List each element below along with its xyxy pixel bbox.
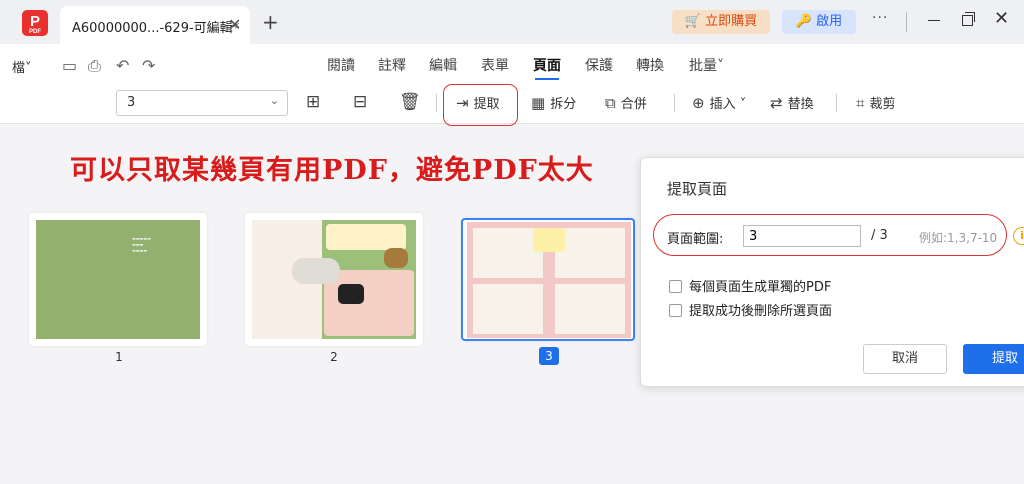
delete-after-checkbox[interactable] (669, 304, 682, 317)
menu-bar: 檔˅ ▭ ⎙ ↶ ↷ 閱讀 註釋 編輯 表單 頁面 保護 轉換 批量˅ (0, 44, 1024, 84)
page-total: / 3 (871, 228, 888, 243)
annotation-banner: 可以只取某幾頁有用PDF，避免PDF太大 (70, 155, 594, 186)
extract-icon: ⇥ (456, 94, 469, 112)
separate-pdf-label: 每個頁面生成單獨的PDF (689, 280, 832, 295)
page-preview (467, 222, 631, 338)
title-bar: P PDF A60000000...-629-可編輯* ✕ + 🛒 立即購買 🔑 … (0, 0, 1024, 44)
extract-confirm-button[interactable]: 提取 (963, 344, 1024, 374)
page-preview (252, 220, 416, 339)
activate-label: 啟用 (816, 14, 843, 29)
split-button[interactable]: ▦ 拆分 (531, 93, 576, 112)
range-example-hint: 例如:1,3,7-10 (919, 231, 998, 245)
separate-pdf-option[interactable]: 每個頁面生成單獨的PDF (669, 276, 831, 295)
page-select-value: 3 (127, 95, 136, 110)
document-tab[interactable]: A60000000...-629-可編輯* ✕ (60, 6, 250, 44)
page-toolbar: 3 ⌄ ⊞ ⊟ 🗑 ⇥ 提取 ▦ 拆分 ⧉ 合併 ⊕ 插入 ˅ ⇄ 替換 ⌗ 裁剪 (0, 84, 1024, 126)
save-icon[interactable]: ▭ (62, 56, 77, 75)
page-preview-text: ▬▬▬▬▬ ▬▬▬ ▬▬▬▬ (132, 236, 151, 253)
page-number: 2 (330, 350, 338, 364)
cancel-button[interactable]: 取消 (863, 344, 947, 374)
extract-button[interactable]: ⇥ 提取 (456, 93, 500, 112)
menu-annotate[interactable]: 註釋 (378, 55, 406, 75)
close-tab-icon[interactable]: ✕ (228, 15, 241, 34)
crop-label: 裁剪 (869, 97, 896, 112)
split-icon: ▦ (531, 94, 546, 112)
page-select[interactable]: 3 ⌄ (116, 90, 288, 116)
replace-icon: ⇄ (770, 94, 783, 112)
chevron-down-icon: ⌄ (269, 94, 279, 107)
page-thumbnail-1[interactable]: ▬▬▬▬▬ ▬▬▬ ▬▬▬▬ (29, 213, 207, 346)
menu-form[interactable]: 表單 (481, 55, 509, 75)
page-thumbnail-2[interactable] (245, 213, 423, 346)
rotate-page-icon[interactable]: ⊞ (306, 92, 320, 112)
page-number-selected: 3 (539, 347, 559, 365)
insert-label: 插入 (709, 97, 736, 112)
menu-protect[interactable]: 保護 (585, 55, 613, 75)
new-tab-button[interactable]: + (262, 10, 279, 34)
crop-icon: ⌗ (856, 94, 865, 112)
separate-pdf-checkbox[interactable] (669, 280, 682, 293)
delete-after-option[interactable]: 提取成功後刪除所選頁面 (669, 300, 832, 319)
buy-now-button[interactable]: 🛒 立即購買 (672, 10, 770, 34)
insert-icon: ⊕ (692, 94, 705, 112)
app-logo: P PDF (22, 10, 48, 36)
print-icon[interactable]: ⎙ (88, 56, 101, 76)
redo-icon[interactable]: ↷ (142, 56, 155, 75)
page-number: 1 (115, 350, 123, 364)
divider (906, 12, 907, 32)
divider (674, 94, 675, 112)
merge-button[interactable]: ⧉ 合併 (605, 93, 647, 112)
extract-pages-dialog: 提取頁面 頁面範圍: / 3 例如:1,3,7-10 i 每個頁面生成單獨的PD… (640, 157, 1024, 387)
menu-edit[interactable]: 編輯 (429, 55, 457, 75)
menu-batch[interactable]: 批量˅ (689, 55, 724, 75)
insert-button[interactable]: ⊕ 插入 ˅ (692, 93, 746, 112)
undo-icon[interactable]: ↶ (116, 56, 129, 75)
extract-label: 提取 (473, 97, 500, 112)
divider (836, 94, 837, 112)
window-close-icon[interactable]: ✕ (994, 8, 1009, 29)
menu-read[interactable]: 閱讀 (327, 55, 355, 75)
dialog-title: 提取頁面 (667, 180, 728, 198)
more-options-icon[interactable]: ··· (872, 10, 888, 26)
divider (436, 94, 437, 112)
delete-page-icon[interactable]: 🗑 (399, 92, 421, 112)
replace-button[interactable]: ⇄ 替換 (770, 93, 814, 112)
page-thumbnail-3[interactable] (461, 218, 635, 341)
activate-button[interactable]: 🔑 啟用 (782, 10, 856, 34)
minimize-icon[interactable] (928, 20, 940, 21)
split-label: 拆分 (550, 97, 577, 112)
merge-icon: ⧉ (605, 94, 616, 112)
restore-icon[interactable] (962, 12, 975, 26)
delete-after-label: 提取成功後刪除所選頁面 (689, 304, 833, 319)
page-preview: ▬▬▬▬▬ ▬▬▬ ▬▬▬▬ (36, 220, 200, 339)
active-menu-indicator (535, 78, 559, 80)
replace-label: 替換 (787, 97, 814, 112)
document-tab-title: A60000000...-629-可編輯* (72, 21, 240, 36)
crop-button[interactable]: ⌗ 裁剪 (856, 93, 895, 112)
merge-label: 合併 (620, 97, 647, 112)
page-range-label: 頁面範圍: (667, 232, 724, 247)
menu-page[interactable]: 頁面 (533, 55, 561, 75)
page-range-input[interactable] (743, 225, 861, 247)
info-icon[interactable]: i (1013, 227, 1024, 245)
file-menu[interactable]: 檔˅ (12, 57, 32, 76)
menu-convert[interactable]: 轉換 (636, 55, 664, 75)
insert-page-icon[interactable]: ⊟ (353, 92, 367, 112)
